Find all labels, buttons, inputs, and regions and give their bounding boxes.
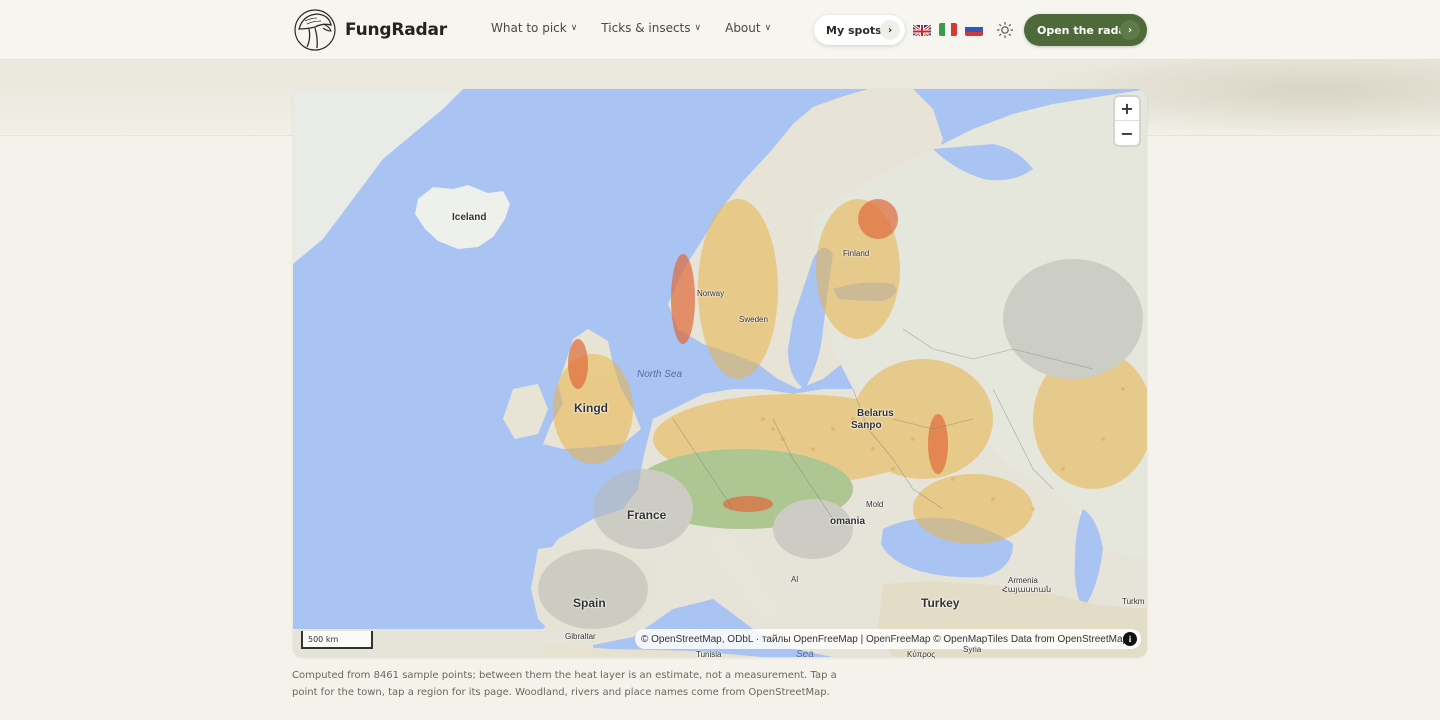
map-label-north-sea: North Sea bbox=[637, 369, 683, 380]
map-label-turkmen: Turkm bbox=[1122, 597, 1145, 606]
zoom-control: + − bbox=[1115, 97, 1139, 145]
zoom-in-button[interactable]: + bbox=[1115, 97, 1139, 121]
attribution-text: © OpenStreetMap, ODbL · тайлы OpenFreeMa… bbox=[641, 633, 1129, 645]
map-label-armenia-native: Հայաստան bbox=[1002, 585, 1052, 594]
map-label-norway: Norway bbox=[697, 289, 725, 298]
nav-about[interactable]: About ∨ bbox=[725, 21, 771, 35]
chevron-down-icon: ∨ bbox=[764, 23, 772, 33]
uk-flag-icon[interactable] bbox=[913, 23, 931, 36]
map-label-sea: Sea bbox=[796, 649, 814, 660]
map-label-iceland: Iceland bbox=[452, 212, 487, 223]
map-label-gibraltar: Gibraltar bbox=[565, 632, 596, 641]
zoom-out-button[interactable]: − bbox=[1115, 121, 1139, 145]
map-scale: 500 km bbox=[301, 631, 373, 649]
chevron-down-icon: ∨ bbox=[570, 23, 578, 33]
open-radar-button[interactable]: Open the radar › bbox=[1024, 14, 1147, 46]
my-spots-button[interactable]: My spots › bbox=[814, 15, 905, 45]
map-label-syria: Syria bbox=[963, 645, 982, 654]
map-label-al: Al bbox=[791, 575, 799, 584]
nav-ticks-insects[interactable]: Ticks & insects ∨ bbox=[601, 21, 701, 35]
nav-label: About bbox=[725, 21, 761, 35]
sun-icon[interactable] bbox=[996, 21, 1014, 39]
nav-label: What to pick bbox=[491, 21, 567, 35]
map-caption: Computed from 8461 sample points; betwee… bbox=[292, 670, 837, 698]
info-icon[interactable]: i bbox=[1123, 632, 1137, 646]
map-label-france: France bbox=[627, 508, 667, 522]
map-label-sweden: Sweden bbox=[739, 315, 768, 324]
open-radar-label: Open the radar bbox=[1037, 23, 1132, 37]
chevron-right-icon: › bbox=[1120, 20, 1140, 40]
site-header: FungRadar What to pick ∨ Ticks & insects… bbox=[0, 0, 1440, 60]
map-label-belarus: Belarus bbox=[857, 408, 894, 419]
brand[interactable]: FungRadar bbox=[293, 9, 447, 51]
map-label-armenia: Armenia bbox=[1008, 576, 1038, 585]
map-label-turkey: Turkey bbox=[921, 596, 960, 610]
map-attribution[interactable]: © OpenStreetMap, ODbL · тайлы OpenFreeMa… bbox=[635, 629, 1141, 649]
chevron-down-icon: ∨ bbox=[694, 23, 702, 33]
my-spots-label: My spots bbox=[826, 23, 882, 37]
nav-what-to-pick[interactable]: What to pick ∨ bbox=[491, 21, 577, 35]
main-nav: What to pick ∨ Ticks & insects ∨ About ∨ bbox=[491, 21, 795, 35]
mushroom-icon bbox=[294, 9, 336, 51]
map-label-romania: omania bbox=[830, 516, 866, 527]
nav-label: Ticks & insects bbox=[601, 21, 691, 35]
brand-name: FungRadar bbox=[345, 20, 447, 40]
ru-flag-icon[interactable] bbox=[965, 23, 983, 36]
chevron-right-icon: › bbox=[880, 20, 900, 40]
it-flag-icon[interactable] bbox=[939, 23, 957, 36]
map-label-moldova: Mold bbox=[866, 500, 884, 509]
heat-map[interactable]: Iceland Norway Sweden Finland North Sea … bbox=[293, 89, 1147, 657]
map-base-layer bbox=[293, 89, 1147, 657]
map-label-spain: Spain bbox=[573, 596, 606, 610]
map-label-sanpo: Sanpo bbox=[851, 420, 882, 431]
map-label-kingdom: Kingd bbox=[574, 401, 608, 415]
map-label-finland: Finland bbox=[843, 249, 870, 258]
map-label-kypros: Κύπρος bbox=[907, 650, 936, 659]
map-label-tunisia: Tunisia bbox=[696, 650, 722, 659]
